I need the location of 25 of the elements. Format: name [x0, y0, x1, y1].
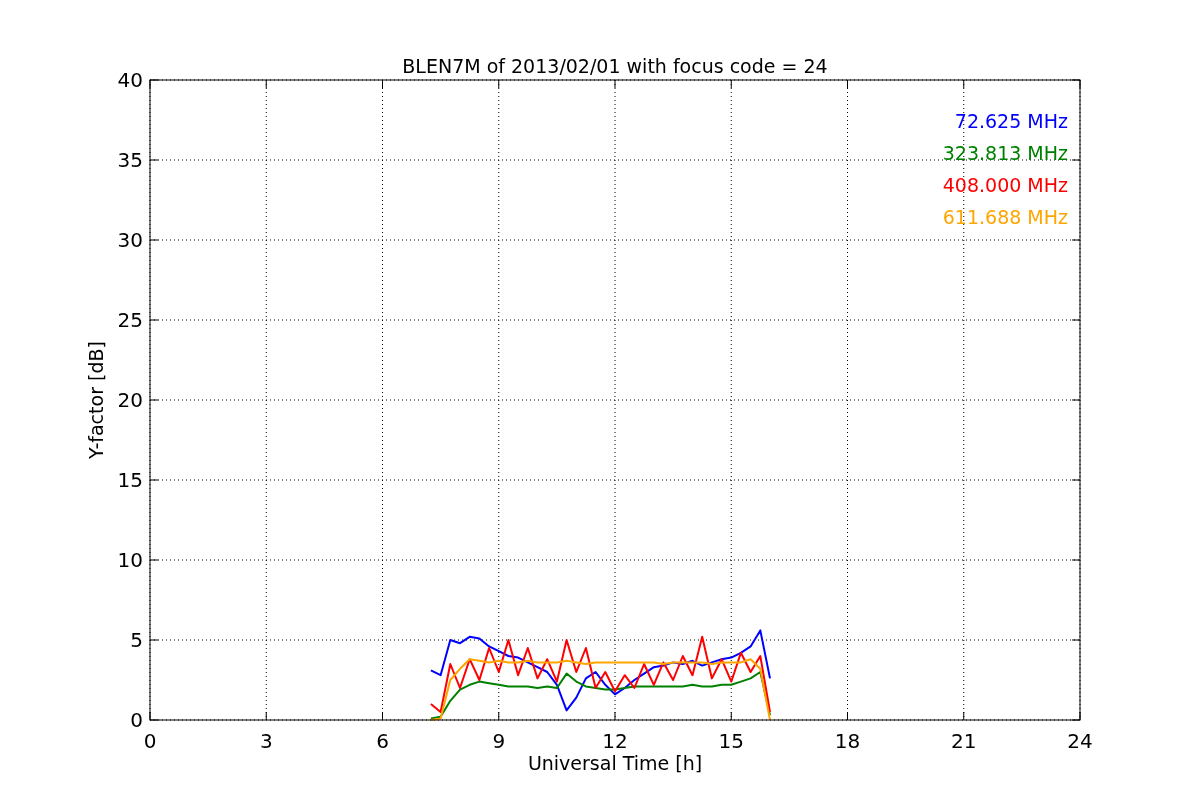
tick-label: 18 [834, 729, 861, 753]
legend-label: 611.688 MHz [942, 206, 1068, 228]
tick-label: 0 [143, 729, 157, 753]
tick-label: 25 [117, 308, 143, 332]
tick-label: 21 [951, 729, 977, 753]
tick-label: 6 [376, 729, 389, 753]
legend-label: 72.625 MHz [954, 110, 1068, 132]
axis-label: Universal Time [h] [527, 752, 703, 774]
chart-title: BLEN7M of 2013/02/01 with focus code = 24 [402, 55, 828, 77]
tick-label: 15 [117, 468, 143, 492]
tick-label: 12 [602, 729, 628, 753]
tick-label: 9 [492, 729, 506, 753]
tick-label: 5 [130, 628, 143, 652]
tick-label: 0 [130, 708, 143, 732]
tick-label: 20 [117, 388, 143, 412]
tick-label: 30 [117, 228, 143, 252]
tick-label: 3 [259, 729, 273, 753]
axis-label: Y-factor [dB] [85, 341, 107, 459]
legend-label: 323.813 MHz [942, 142, 1068, 164]
legend-label: 408.000 MHz [942, 174, 1068, 196]
tick-label: 24 [1067, 729, 1093, 753]
tick-label: 15 [718, 729, 744, 753]
tick-label: 10 [117, 548, 143, 572]
tick-label: 40 [117, 68, 143, 92]
tick-label: 35 [117, 148, 143, 172]
